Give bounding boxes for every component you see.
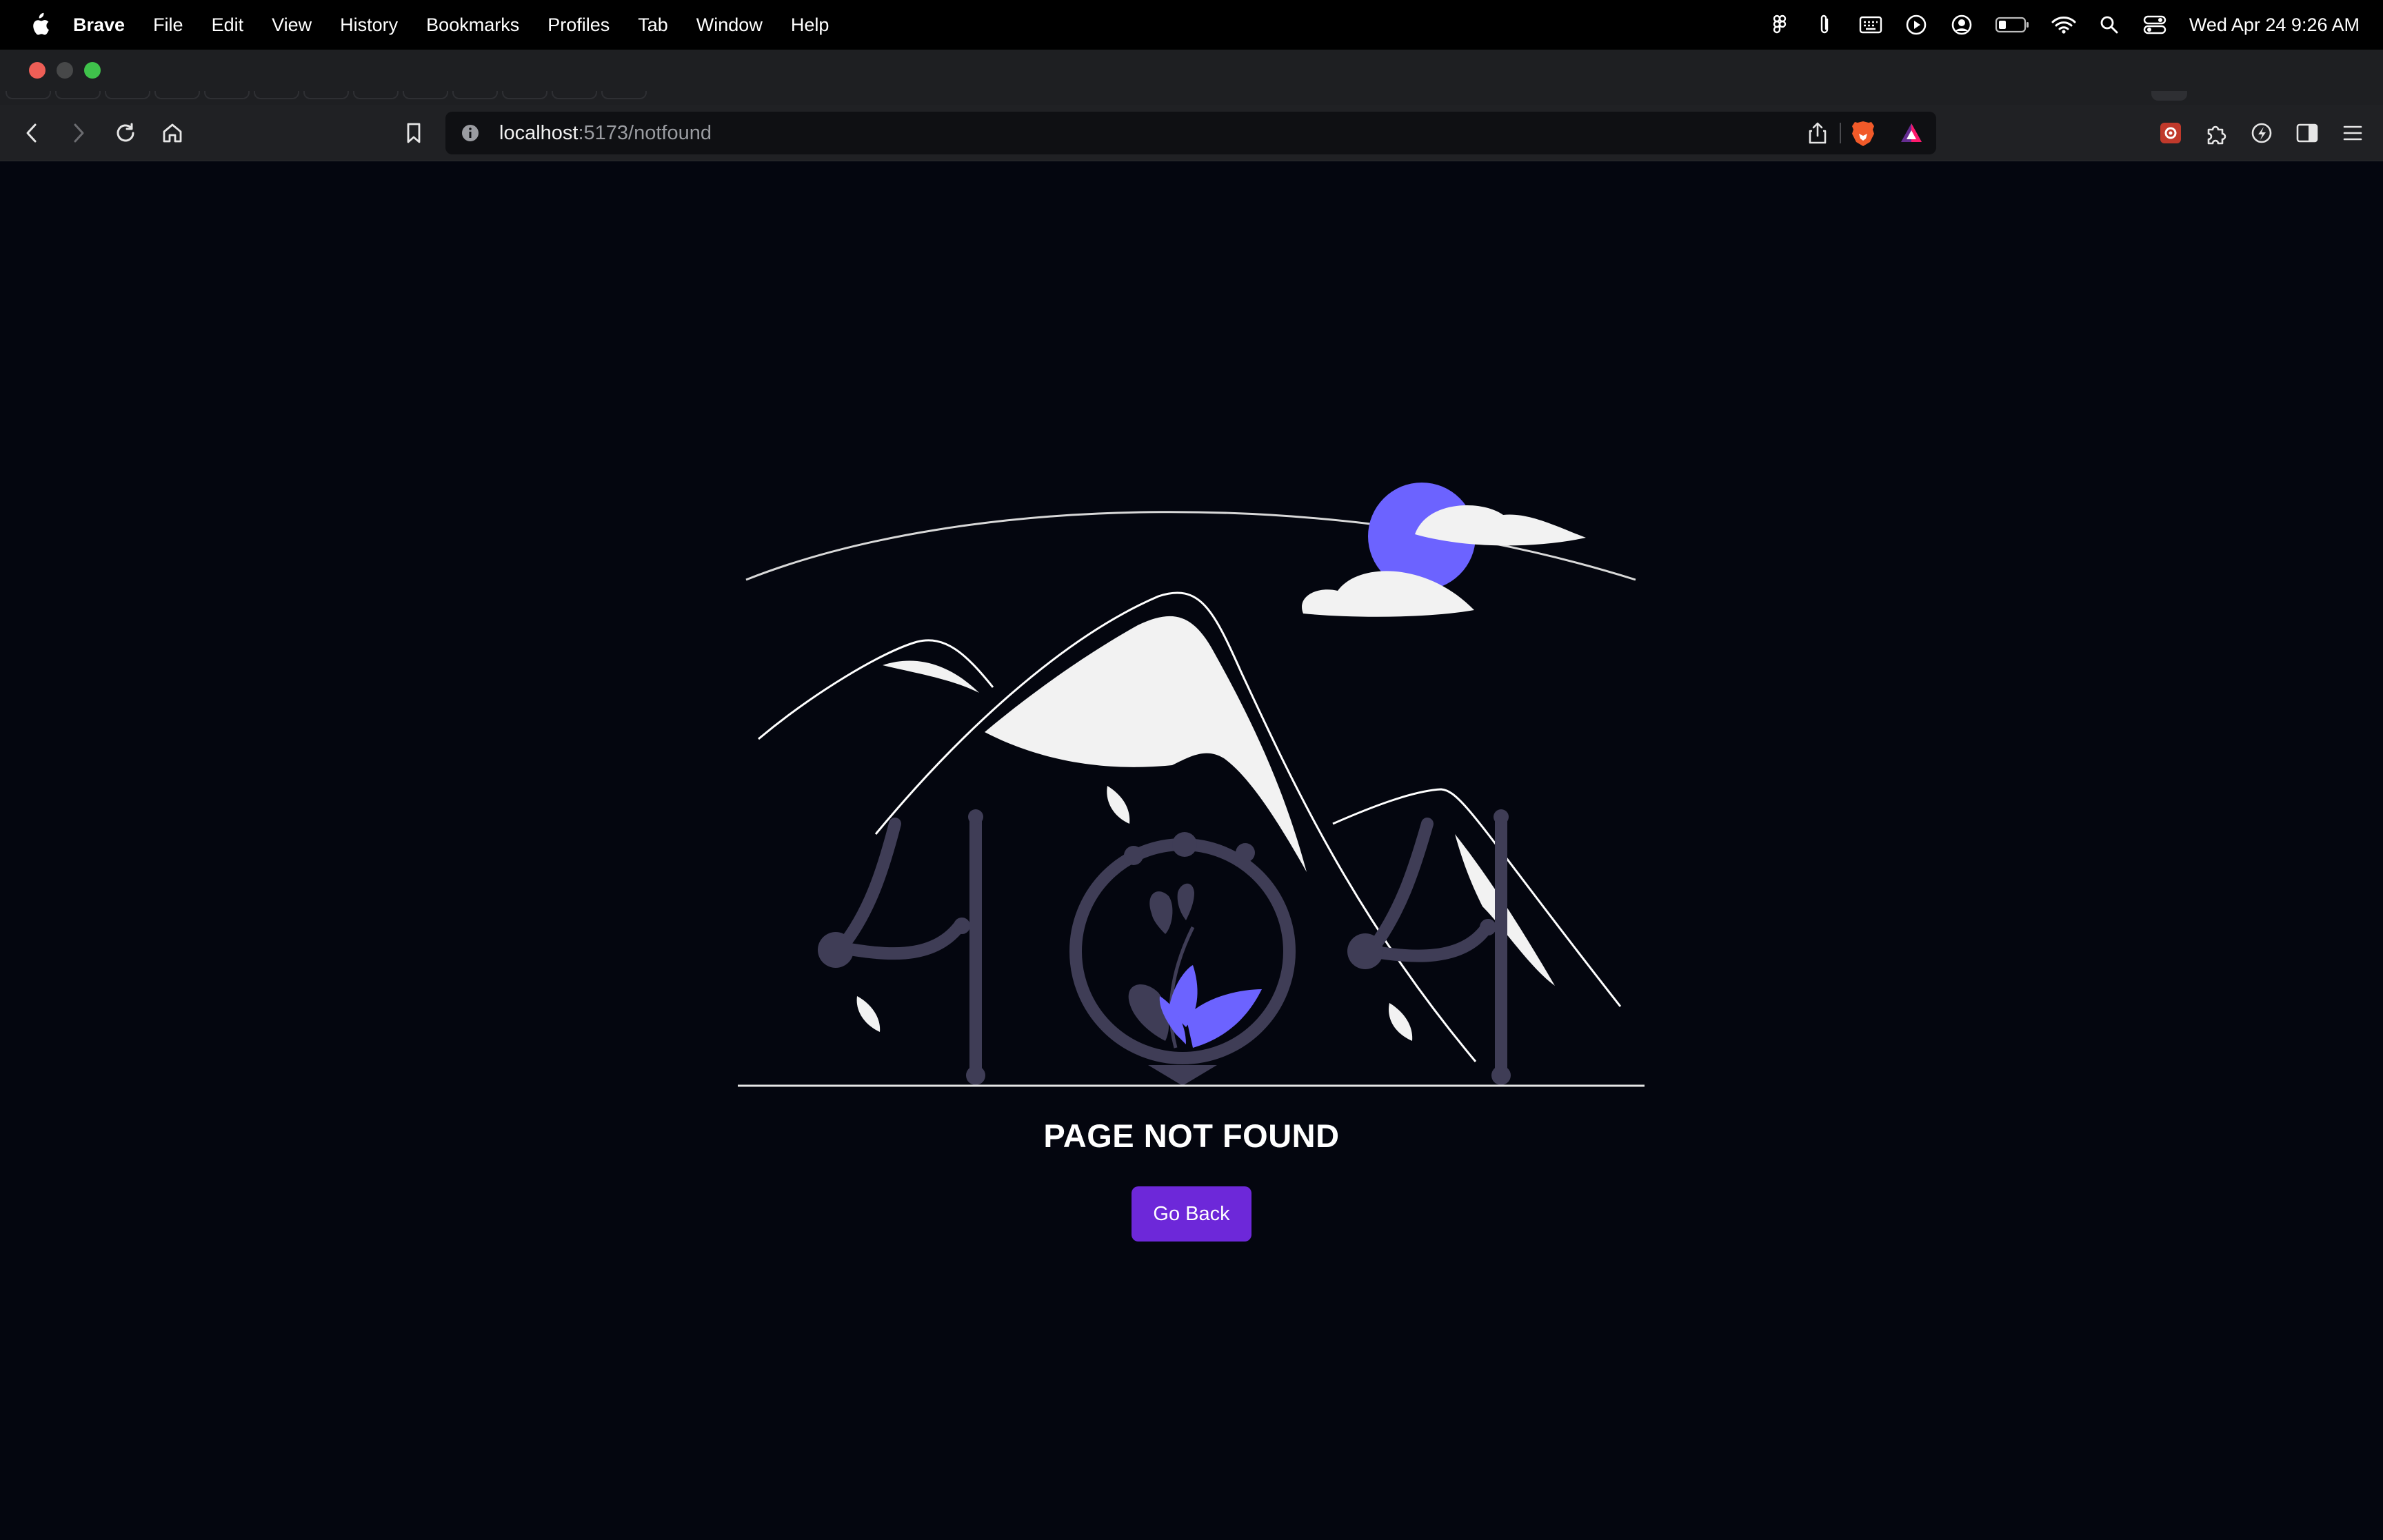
control-center-icon[interactable] [2142,12,2167,37]
reload-button[interactable] [112,119,139,147]
home-icon [163,123,182,143]
right-hill-line [1332,788,1622,1007]
leaf-shape [1389,1003,1413,1041]
plant-shape [1128,883,1262,1048]
share-icon[interactable] [1805,121,1830,145]
address-bar[interactable]: localhost:5173/notfound [445,112,1936,154]
hamburger-menu-icon [2343,125,2362,141]
tab[interactable] [452,91,498,99]
address-bar-divider [1840,123,1841,143]
menu-window[interactable]: Window [696,14,763,36]
menu-edit[interactable]: Edit [212,14,244,36]
digit-four-left [835,811,982,1082]
digit-four-right-node [1347,933,1383,969]
cloud-shape-upper [1415,505,1586,546]
brave-rewards-icon[interactable] [1899,121,1924,145]
tab[interactable] [254,91,299,99]
menu-app-name[interactable]: Brave [73,14,125,36]
brave-shields-icon[interactable] [1851,120,1876,146]
url-text[interactable]: localhost:5173/notfound [499,122,712,145]
menu-bookmarks[interactable]: Bookmarks [426,14,519,36]
chevron-right-icon [74,123,84,143]
digit-four-left-node [954,918,970,934]
tab[interactable] [204,91,250,99]
menu-bar: Brave File Edit View History Bookmarks P… [0,0,2383,50]
left-hill-line [758,639,994,740]
tab-active[interactable] [2151,91,2187,101]
digit-four-left-node [966,1066,985,1085]
url-path: :5173/notfound [578,122,712,144]
bookmark-icon [407,123,421,143]
apple-logo-icon[interactable] [28,12,50,37]
window-close-button[interactable] [29,62,46,79]
tab[interactable] [353,91,399,99]
window-zoom-button[interactable] [84,62,101,79]
leaf-shape [1107,786,1130,824]
sidebar-toggle-button[interactable] [2293,119,2321,147]
tab[interactable] [601,91,647,99]
tab[interactable] [303,91,349,99]
window-minimize-button[interactable] [57,62,73,79]
puzzle-icon [2207,125,2226,145]
menu-tab[interactable]: Tab [638,14,668,36]
bookmark-button[interactable] [400,119,428,147]
not-found-illustration [738,483,1645,1087]
tab[interactable] [403,91,448,99]
page-title: PAGE NOT FOUND [1043,1117,1340,1154]
left-hill-snow [883,660,979,693]
digit-four-right-node [1480,919,1496,935]
tab[interactable] [552,91,597,99]
forward-button[interactable] [65,119,92,147]
paperclip-icon[interactable] [1813,12,1838,37]
digit-zero-node [1172,832,1197,857]
menu-history[interactable]: History [340,14,398,36]
screen: Brave File Edit View History Bookmarks P… [0,0,2383,1540]
menu-profiles[interactable]: Profiles [547,14,610,36]
spotlight-search-icon[interactable] [2097,12,2122,37]
main-mountain-snow [985,616,1307,872]
home-button[interactable] [159,119,186,147]
figma-icon[interactable] [1767,12,1792,37]
leo-ai-button[interactable] [2248,119,2275,147]
keyboard-icon[interactable] [1858,12,1883,37]
extensions-button[interactable] [2202,119,2230,147]
digit-zero-base [1148,1065,1217,1086]
back-button[interactable] [18,119,46,147]
leo-ai-icon [2251,123,2272,143]
user-circle-icon[interactable] [1949,12,1974,37]
menu-file[interactable]: File [153,14,183,36]
battery-icon[interactable] [1995,12,2031,37]
digit-zero-node [1236,843,1255,862]
url-host: localhost [499,122,579,144]
chevron-left-icon [26,123,37,143]
site-info-icon[interactable] [461,123,480,143]
reload-icon [117,123,134,142]
tab[interactable] [502,91,547,99]
play-icon[interactable] [1904,12,1929,37]
digit-four-left-node [968,809,983,824]
digit-four-left-node [818,932,854,968]
extension-button[interactable] [2157,119,2184,147]
main-menu-button[interactable] [2339,119,2366,147]
tab[interactable] [105,91,150,99]
status-area: Wed Apr 24 9:26 AM [1747,0,2360,50]
menu-help[interactable]: Help [791,14,829,36]
sidebar-icon [2296,123,2318,143]
tab[interactable] [154,91,200,99]
leaf-shape [856,996,881,1032]
digit-four-right [1365,811,1507,1082]
wifi-icon[interactable] [2051,12,2076,37]
extension-app-icon [2160,123,2181,143]
menu-clock[interactable]: Wed Apr 24 9:26 AM [2189,14,2360,36]
digit-four-right-node [1491,1066,1511,1085]
digit-four-right-node [1494,809,1509,824]
menu-view[interactable]: View [272,14,312,36]
tab[interactable] [6,91,51,99]
tab[interactable] [55,91,101,99]
go-back-button[interactable]: Go Back [1132,1186,1251,1242]
digit-zero-node [1124,846,1143,865]
tab-strip [0,91,2383,105]
